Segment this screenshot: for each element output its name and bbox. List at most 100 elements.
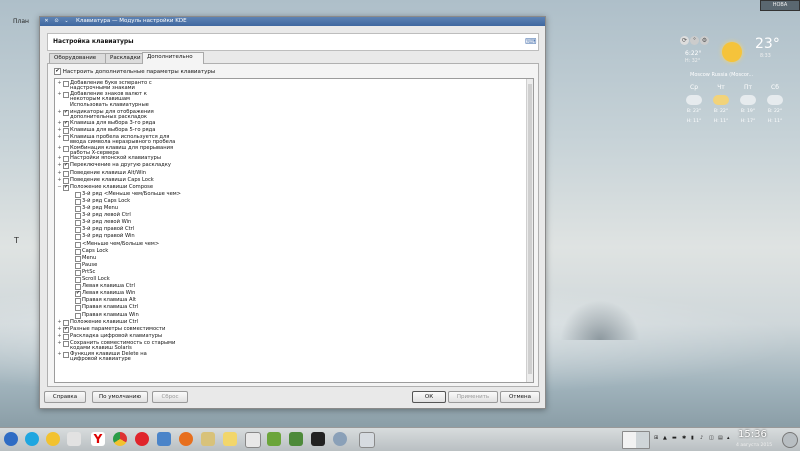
photo-icon[interactable] (289, 432, 303, 446)
tree-item-checkbox[interactable] (63, 351, 69, 358)
image-viewer-icon[interactable] (267, 432, 281, 446)
tree-item-checkbox[interactable] (75, 255, 81, 262)
tree-item-checkbox[interactable] (63, 81, 69, 87)
expand-icon[interactable]: + (57, 333, 62, 339)
expand-icon[interactable]: + (57, 177, 62, 183)
help-button[interactable]: Справка (44, 391, 86, 403)
tree-item-checkbox[interactable] (75, 269, 81, 276)
keep-above-icon[interactable]: ⊙ (53, 18, 60, 25)
tree-item-checkbox[interactable] (75, 220, 81, 227)
ok-button[interactable]: ОК (412, 391, 446, 403)
tree-item-checkbox[interactable] (75, 305, 81, 312)
expand-icon[interactable]: + (57, 145, 62, 151)
expand-icon[interactable]: + (57, 170, 62, 176)
weather-celsius-icon[interactable]: ° (690, 36, 699, 45)
clipboard-icon[interactable]: ▤ (718, 435, 723, 441)
tree-item-checkbox[interactable]: ✔ (63, 326, 69, 333)
weather-refresh-icon[interactable]: ⟳ (680, 36, 689, 45)
tab-hardware[interactable]: Оборудование (49, 53, 107, 63)
text-editor-icon[interactable] (223, 432, 237, 446)
expand-icon[interactable]: + (57, 109, 62, 115)
expand-icon[interactable]: + (57, 120, 62, 126)
desktop-pager-icon[interactable] (622, 431, 650, 449)
tree-item-checkbox[interactable] (63, 127, 69, 134)
tree-item-checkbox[interactable] (63, 340, 69, 347)
tree-item-checkbox[interactable] (75, 312, 81, 319)
disk-icon[interactable]: ◫ (709, 435, 714, 441)
tree-scrollbar-thumb[interactable] (528, 84, 532, 374)
firefox-icon[interactable] (179, 432, 193, 446)
tree-item-checkbox[interactable] (63, 145, 69, 152)
calculator-icon[interactable] (245, 432, 261, 448)
expand-icon[interactable]: + (57, 326, 62, 332)
weather-widget[interactable]: ⟳ ° ⚙ 6:22° H: 32° 23° 8:33 Moscow Russi… (680, 34, 792, 144)
volume-icon[interactable]: ♪ (700, 435, 703, 441)
expand-icon[interactable]: + (57, 163, 62, 168)
chrome-icon[interactable] (113, 432, 127, 446)
tree-item-checkbox[interactable]: ✔ (63, 163, 69, 170)
window-titlebar[interactable]: ✕ ⊙ ⌄ Клавиатура — Модуль настройки KDE (40, 17, 545, 26)
skype-icon[interactable] (25, 432, 39, 446)
tree-item-checkbox[interactable] (75, 227, 81, 234)
battery-icon[interactable]: ▮ (691, 435, 694, 441)
collapse-icon[interactable]: − (57, 184, 62, 190)
expand-icon[interactable]: + (57, 91, 62, 97)
configure-advanced-checkbox-row[interactable]: ✔ Настроить дополнительные параметры кла… (54, 68, 215, 75)
tree-item-checkbox[interactable] (75, 277, 81, 283)
network-icon[interactable]: ⊞ (654, 435, 658, 441)
bluetooth-icon[interactable]: ✱ (682, 435, 686, 441)
window-menu-icon[interactable]: ✕ (43, 18, 50, 25)
tree-item-checkbox[interactable] (63, 177, 69, 184)
tree-item-checkbox[interactable] (63, 134, 69, 141)
tree-item-checkbox[interactable] (63, 156, 69, 163)
file-manager-icon[interactable] (201, 432, 215, 446)
tree-item-checkbox[interactable] (75, 248, 81, 255)
reset-button[interactable]: Сброс (152, 391, 188, 403)
expand-icon[interactable]: + (57, 127, 62, 133)
cancel-button[interactable]: Отмена (500, 391, 540, 403)
tree-item-checkbox[interactable] (75, 206, 81, 212)
defaults-button[interactable]: По умолчанию (92, 391, 148, 403)
apply-button[interactable]: Применить (448, 391, 498, 403)
expand-icon[interactable]: + (57, 156, 62, 161)
window-task-icon[interactable] (359, 432, 375, 448)
updates-icon[interactable]: ▲ (663, 435, 667, 441)
opera-icon[interactable] (135, 432, 149, 446)
yandex-browser-icon[interactable]: Y (91, 432, 105, 446)
shade-icon[interactable]: ⌄ (63, 18, 70, 25)
options-tree[interactable]: + Добавление букв эсперанто с надстрочными… (54, 78, 534, 383)
tree-item-checkbox[interactable] (63, 91, 69, 98)
tree-item-checkbox[interactable] (75, 284, 81, 291)
tree-item-checkbox[interactable] (75, 213, 81, 220)
tree-item-checkbox[interactable] (75, 262, 81, 269)
clock-time[interactable]: 15:36 (738, 429, 767, 440)
tree-item-checkbox[interactable]: ✔ (75, 291, 81, 298)
weather-settings-icon[interactable]: ⚙ (700, 36, 709, 45)
browser-icon[interactable] (157, 432, 171, 446)
expand-icon[interactable]: + (57, 81, 62, 86)
settings-app-icon[interactable] (333, 432, 347, 446)
tree-item-checkbox[interactable] (75, 234, 81, 241)
configure-advanced-checkbox[interactable]: ✔ (54, 68, 61, 75)
tree-item-checkbox[interactable] (75, 191, 81, 198)
keyboard-layout-flag-icon[interactable]: ▬ (672, 435, 677, 441)
tree-item-checkbox[interactable]: ✔ (63, 120, 69, 127)
tab-advanced[interactable]: Дополнительно (142, 52, 204, 64)
expand-icon[interactable]: + (57, 351, 62, 357)
tree-item-checkbox[interactable]: ✔ (63, 109, 69, 116)
tree-item-checkbox[interactable] (75, 241, 81, 248)
tree-item-checkbox[interactable] (63, 170, 69, 177)
tree-item-checkbox[interactable] (63, 319, 69, 326)
top-right-activity-button[interactable]: НОВА (760, 0, 800, 11)
expand-icon[interactable]: + (57, 340, 62, 346)
chat-icon[interactable] (46, 432, 60, 446)
tree-item-checkbox[interactable] (75, 198, 81, 205)
messenger-icon[interactable] (67, 432, 81, 446)
logout-icon[interactable] (782, 432, 798, 448)
expand-icon[interactable]: + (57, 319, 62, 325)
tray-expand-icon[interactable]: ▴ (727, 435, 730, 441)
tree-scrollbar[interactable] (526, 79, 533, 382)
kde-menu-icon[interactable] (4, 432, 18, 446)
tree-item-checkbox[interactable]: ✔ (63, 184, 69, 191)
expand-icon[interactable]: + (57, 134, 62, 140)
